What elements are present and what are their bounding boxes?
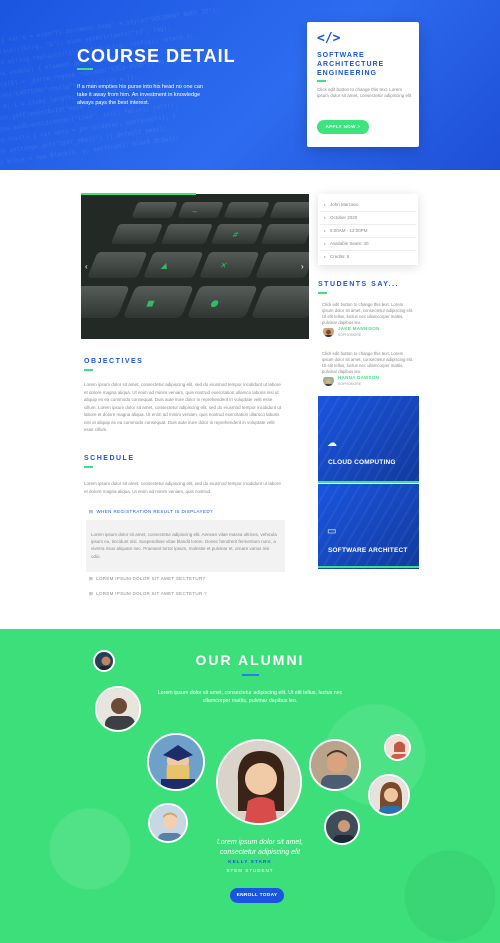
accordion-item-2-header[interactable]: ⊞ LOREM IPSUM DOLOR SIT AMET SECTETUR? bbox=[89, 576, 205, 582]
info-date: ▸ October 2020 bbox=[324, 215, 357, 220]
category-underline bbox=[318, 566, 419, 568]
enroll-today-button[interactable]: ENROLL TODAY bbox=[230, 888, 284, 903]
alumni-role: STEM STUDENT bbox=[226, 868, 274, 873]
code-icon: </> bbox=[317, 31, 341, 46]
category-underline bbox=[318, 481, 419, 483]
info-credits-label: Credits: 6 bbox=[330, 254, 350, 259]
schedule-underline bbox=[84, 466, 93, 468]
expand-icon: ⊞ bbox=[89, 576, 94, 581]
slider-next-arrow[interactable]: › bbox=[301, 262, 304, 271]
alumni-photo[interactable] bbox=[95, 686, 141, 732]
cloud-icon: ☁ bbox=[327, 438, 337, 449]
testimonial-1-text: Click edit button to change this text. L… bbox=[322, 302, 414, 325]
divider bbox=[320, 211, 416, 212]
hero-text: If a man empties his purse into his head… bbox=[77, 84, 203, 106]
alumni-quote: Lorem ipsum dolor sit amet, consectetur … bbox=[216, 839, 304, 856]
divider bbox=[320, 250, 416, 251]
page-title: COURSE DETAIL bbox=[77, 46, 236, 66]
accordion-item-1-content: Lorem ipsum dolor sit amet, consectetur … bbox=[91, 532, 277, 559]
collapse-icon: ⊟ bbox=[89, 509, 94, 514]
keyboard-image: ~ # ▲ ✕ ◼ ● bbox=[81, 194, 309, 339]
alumni-photo[interactable] bbox=[148, 803, 188, 843]
avatar bbox=[323, 375, 334, 386]
info-instructor-label: John Marcano bbox=[330, 202, 359, 207]
info-time-label: 8:00AM - 12:00PM bbox=[330, 228, 368, 233]
alumni-photo[interactable] bbox=[147, 733, 205, 791]
testimonial-2-name: HANNA DAWSON bbox=[338, 375, 380, 380]
category-card-cloud[interactable]: ☁ CLOUD COMPUTING bbox=[318, 396, 419, 481]
avatar bbox=[323, 326, 334, 337]
objectives-heading: OBJECTIVES bbox=[84, 358, 144, 365]
alumni-title: OUR ALUMNI bbox=[195, 652, 305, 668]
title-underline bbox=[77, 68, 93, 70]
course-text: Click edit button to change this text. L… bbox=[317, 87, 412, 98]
alumni-subtitle: Lorem ipsum dolor sit amet, consectetur … bbox=[157, 690, 343, 704]
objectives-text: Lorem ipsum dolor sit amet, consectetur … bbox=[84, 382, 282, 432]
testimonial-2-text: Click edit button to change this text. L… bbox=[322, 351, 414, 374]
testimonials-heading: STUDENTS SAY... bbox=[318, 281, 399, 288]
category-label: SOFTWARE ARCHITECT bbox=[328, 547, 408, 554]
testimonial-1-name: JAKE MANNISON bbox=[338, 326, 380, 331]
accordion-item-1-title: WHEN REGISTRATION RESULT IS DISPLAYED? bbox=[96, 509, 213, 514]
slider-progress bbox=[81, 193, 196, 195]
course-card: </> SOFTWARE ARCHITECTURE ENGINEERING Cl… bbox=[307, 22, 419, 147]
category-label: CLOUD COMPUTING bbox=[328, 459, 396, 466]
category-card-software[interactable]: ▭ SOFTWARE ARCHITECT bbox=[318, 484, 419, 569]
testimonials-underline bbox=[318, 292, 327, 294]
monitor-icon: ▭ bbox=[327, 526, 337, 537]
info-time: ▸ 8:00AM - 12:00PM bbox=[324, 228, 368, 233]
slider-prev-arrow[interactable]: ‹ bbox=[85, 262, 88, 271]
divider bbox=[320, 224, 416, 225]
alumni-photo[interactable] bbox=[368, 774, 410, 816]
alumni-underline bbox=[242, 674, 259, 676]
alumni-photo[interactable] bbox=[93, 650, 115, 672]
info-date-label: October 2020 bbox=[330, 215, 358, 220]
alumni-name: KELLY STARK bbox=[228, 860, 272, 865]
info-credits: ▸ Credits: 6 bbox=[324, 254, 349, 259]
accordion-item-3-header[interactable]: ⊞ LOREM IPSUM DOLOR SIT AMET SECTETUR ? bbox=[89, 591, 207, 597]
alumni-photo[interactable] bbox=[309, 739, 361, 791]
alumni-photo-featured[interactable] bbox=[216, 739, 302, 825]
info-seats: ▸ Available Seats: 30 bbox=[324, 241, 368, 246]
accordion-item-3-title: LOREM IPSUM DOLOR SIT AMET SECTETUR ? bbox=[96, 591, 207, 596]
expand-icon: ⊞ bbox=[89, 591, 94, 596]
testimonial-2-role: SOPHOMORE bbox=[338, 382, 362, 386]
course-title-underline bbox=[317, 80, 326, 82]
testimonial-1-role: SOPHOMORE bbox=[338, 333, 362, 337]
alumni-photo[interactable] bbox=[324, 809, 360, 845]
course-title: SOFTWARE ARCHITECTURE ENGINEERING bbox=[317, 52, 385, 77]
accordion-item-1-header[interactable]: ⊟ WHEN REGISTRATION RESULT IS DISPLAYED? bbox=[89, 509, 213, 515]
apply-now-button[interactable]: APPLY NOW > bbox=[317, 120, 369, 134]
info-seats-label: Available Seats: 30 bbox=[330, 241, 369, 246]
course-image-slider[interactable]: ~ # ▲ ✕ ◼ ● bbox=[81, 194, 309, 339]
hero-banner: function() { var e = exports.document.bo… bbox=[0, 0, 500, 170]
schedule-text: Lorem ipsum dolor sit amet, consectetur … bbox=[84, 481, 281, 494]
alumni-photo[interactable] bbox=[384, 734, 411, 761]
info-instructor: ▸ John Marcano bbox=[324, 202, 359, 207]
accordion-item-2-title: LOREM IPSUM DOLOR SIT AMET SECTETUR? bbox=[96, 576, 206, 581]
objectives-underline bbox=[84, 369, 93, 371]
schedule-heading: SCHEDULE bbox=[84, 455, 135, 462]
divider bbox=[320, 237, 416, 238]
